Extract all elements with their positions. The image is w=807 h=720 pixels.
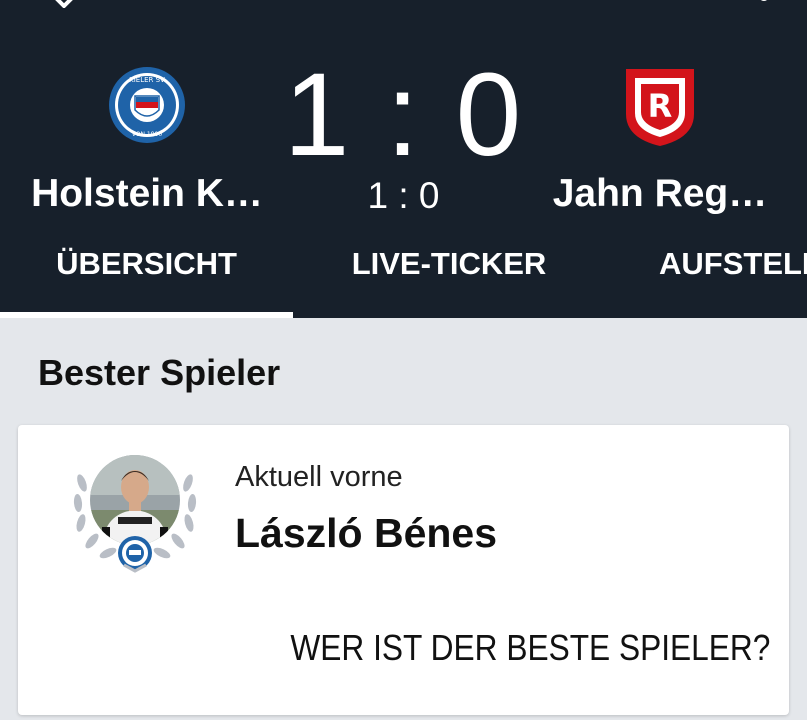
active-tab-indicator [0, 312, 293, 318]
player-name: László Bénes [235, 510, 498, 556]
away-team-name: Jahn Reg… [552, 172, 768, 215]
player-avatar [72, 455, 198, 573]
away-team[interactable]: R Jahn Reg… [530, 66, 790, 226]
match-header: KIELER SV VON 1900 Holstein K… 1 : 0 1 :… [0, 0, 807, 318]
tab-lineup[interactable]: AUFSTELL [659, 240, 807, 312]
match-tabs: ÜBERSICHT LIVE-TICKER AUFSTELL [0, 240, 807, 318]
share-icon[interactable] [616, 0, 656, 6]
vote-best-player-button[interactable]: WER IST DER BESTE SPIELER? [290, 620, 770, 676]
best-player-card[interactable]: Aktuell vorne László Bénes WER IST DER B… [18, 425, 789, 715]
svg-text:R: R [648, 87, 673, 125]
tab-overview[interactable]: ÜBERSICHT [0, 240, 293, 312]
leader-subtitle: Aktuell vorne [235, 461, 403, 489]
section-title: Bester Spieler [38, 352, 281, 393]
laurel-wreath-icon [73, 455, 197, 573]
more-options-icon[interactable] [758, 0, 770, 4]
back-arrow-icon[interactable] [52, 0, 76, 8]
tab-live-ticker[interactable]: LIVE-TICKER [336, 240, 562, 312]
jahn-regensburg-crest-icon: R [626, 69, 694, 146]
